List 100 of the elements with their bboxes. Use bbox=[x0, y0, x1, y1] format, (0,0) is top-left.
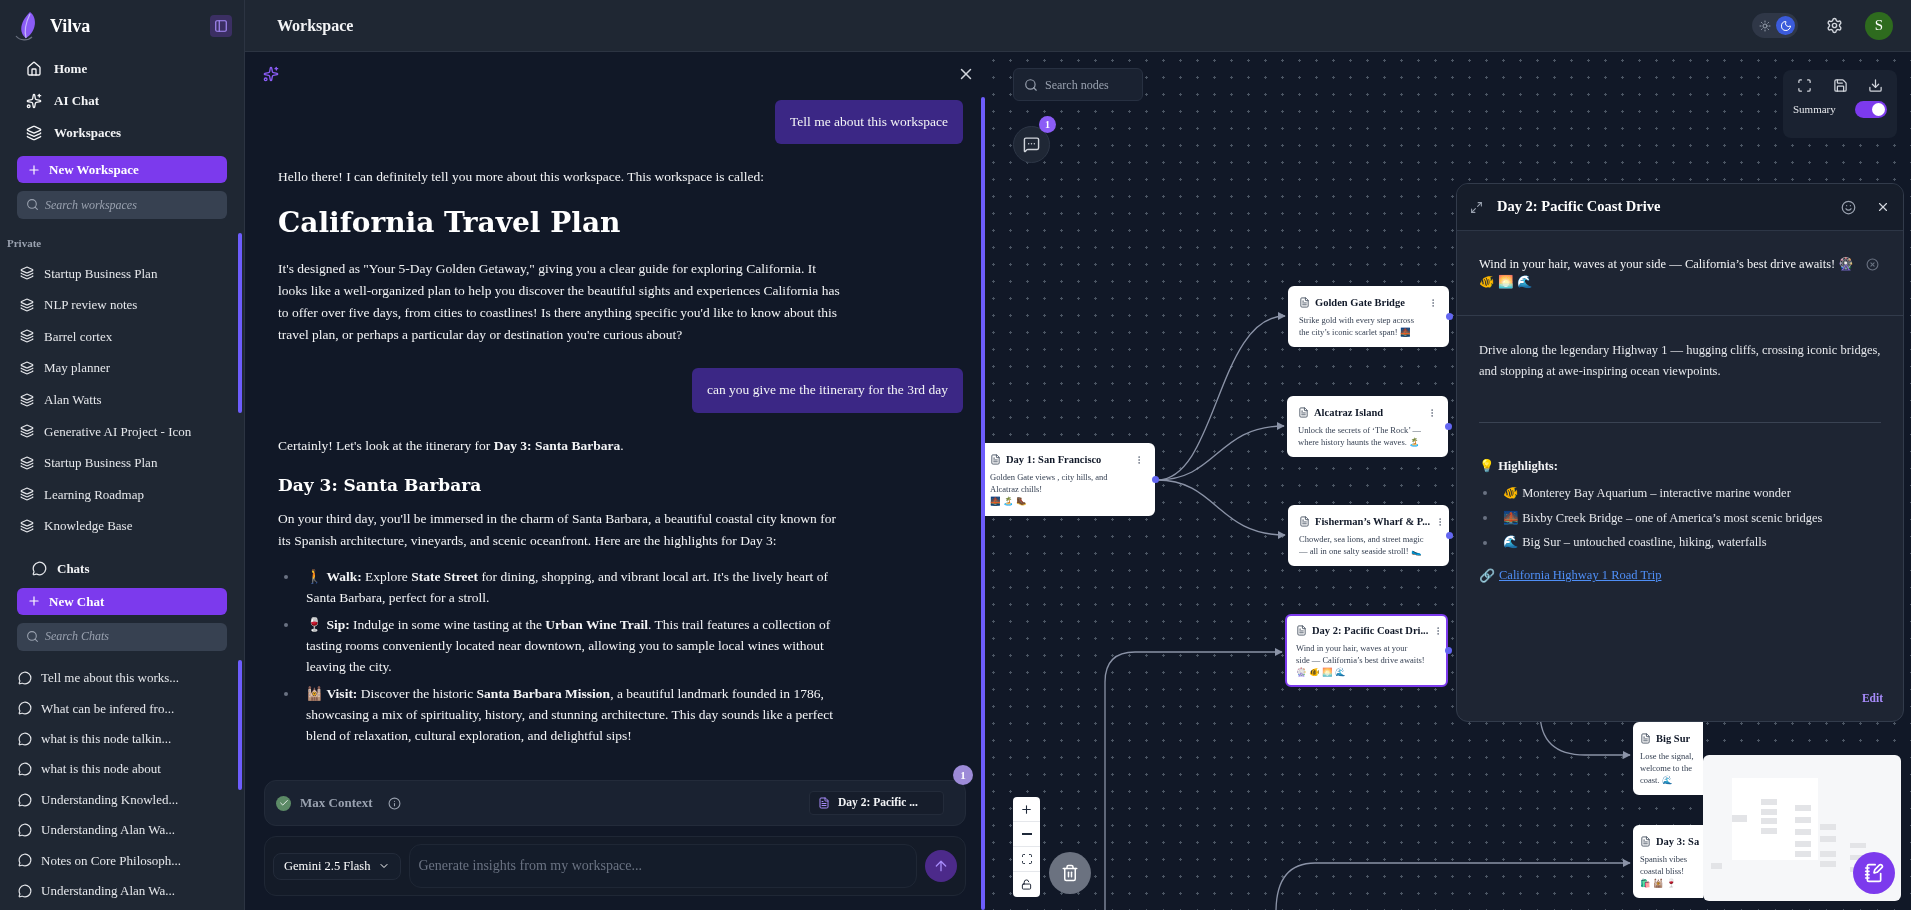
bullet-icon bbox=[1483, 491, 1487, 496]
sparkle-icon bbox=[26, 93, 42, 109]
summary-text: Wind in your hair, waves at your side — California’s best drive awaits! 🎡 🐠 🌅 🌊 bbox=[1479, 256, 1856, 291]
search-input[interactable]: Search nodes bbox=[1045, 75, 1125, 94]
checkbox[interactable] bbox=[276, 795, 291, 811]
document-icon bbox=[1296, 625, 1307, 637]
node-title: Golden Gate Bridge bbox=[1315, 296, 1405, 310]
minimap[interactable] bbox=[1703, 755, 1901, 901]
layers-icon bbox=[20, 329, 34, 344]
chat-toggle-button[interactable] bbox=[1013, 126, 1050, 163]
search-field[interactable]: Search workspaces bbox=[17, 191, 227, 219]
bullet-icon bbox=[1483, 515, 1487, 520]
summary-field[interactable]: Wind in your hair, waves at your side — California’s best drive awaits! 🎡 🐠 🌅 🌊 bbox=[1457, 231, 1903, 316]
collapse-sidebar-button[interactable] bbox=[210, 15, 232, 37]
search-field[interactable]: Search Chats bbox=[17, 622, 227, 651]
node-card[interactable]: Day 3: Sa Spanish vibes coastal bliss! 🛍 🕍 🍷 bbox=[1633, 825, 1703, 898]
node-card[interactable]: Golden Gate Bridge Strike gold with every step across the city’s iconic scarlet span! 🌉 bbox=[1288, 286, 1449, 347]
new-workspace-button[interactable]: New Workspace bbox=[17, 156, 227, 183]
nav-link[interactable]: Workspaces bbox=[26, 122, 218, 144]
chat-item[interactable]: what is this node talkin... bbox=[18, 723, 244, 754]
chat-icon bbox=[18, 883, 32, 898]
node-handle[interactable] bbox=[1446, 532, 1453, 540]
app-name: Vilva bbox=[50, 14, 91, 38]
list-item-text: 🌊 Big Sur – untouched coastline, hiking, waterfalls bbox=[1503, 534, 1767, 552]
settings-icon[interactable] bbox=[1826, 17, 1843, 34]
chat-item[interactable]: Understanding Knowled... bbox=[18, 784, 244, 815]
layers-icon bbox=[20, 455, 34, 470]
workspace-item[interactable]: Alan Watts bbox=[20, 383, 244, 416]
description-text: Drive along the legendary Highway 1 — hugging cliffs, crossing iconic bridges, and stopping at awe-inspiring ocean viewpoints. bbox=[1479, 342, 1881, 380]
download-icon[interactable] bbox=[1868, 78, 1883, 93]
moon-icon bbox=[1779, 19, 1792, 32]
clear-icon[interactable] bbox=[1866, 258, 1879, 271]
node-title: Alcatraz Island bbox=[1314, 406, 1384, 420]
save-icon[interactable] bbox=[1832, 78, 1848, 93]
send-button[interactable] bbox=[925, 850, 957, 882]
node-text: coast. 🌊 bbox=[1640, 773, 1673, 786]
nav-link[interactable]: AI Chat bbox=[26, 90, 218, 112]
nav-link[interactable]: Home bbox=[26, 58, 218, 80]
layers-icon bbox=[20, 361, 34, 376]
document-icon bbox=[990, 454, 1001, 466]
node-handle[interactable] bbox=[1446, 313, 1453, 321]
close-icon[interactable] bbox=[1876, 200, 1890, 214]
workspace-item[interactable]: Startup Business Plan bbox=[20, 447, 244, 479]
node-card[interactable]: Day 2: Pacific Coast Dri... Wind in your hair, waves at your side — California’s best drive awaits! 🎡 🐠 🌅 🌊 bbox=[1285, 614, 1448, 687]
search-icon bbox=[26, 198, 39, 211]
node-text: side — California’s best drive awaits! bbox=[1296, 653, 1425, 666]
link[interactable]: California Highway 1 Road Trip bbox=[1499, 566, 1662, 586]
scrollbar[interactable] bbox=[238, 233, 242, 413]
chat-item[interactable]: Tell me about this works... bbox=[18, 662, 244, 694]
new-chat-button[interactable]: New Chat bbox=[17, 587, 227, 615]
info-icon[interactable] bbox=[387, 796, 401, 810]
link-icon: 🔗 bbox=[1479, 566, 1495, 586]
workspace-item[interactable]: Knowledge Base bbox=[20, 510, 244, 542]
chat-item[interactable]: What can be infered fro... bbox=[18, 693, 244, 724]
node-card[interactable]: Alcatraz Island Unlock the secrets of ‘The Rock’ — where history haunts the waves. 🏝 bbox=[1287, 396, 1448, 457]
switch-thumb[interactable] bbox=[1872, 103, 1885, 116]
chat-item[interactable]: Understanding Alan Wa... bbox=[18, 814, 244, 846]
emoji-icon[interactable] bbox=[1841, 199, 1856, 215]
chat-icon bbox=[32, 561, 47, 577]
bullet-icon bbox=[284, 692, 288, 696]
node-handle[interactable] bbox=[1445, 423, 1452, 431]
workspace-item[interactable]: Generative AI Project - Icon bbox=[20, 415, 244, 448]
summary-switch[interactable] bbox=[1855, 101, 1887, 118]
delete-button[interactable] bbox=[1049, 852, 1091, 894]
node-handle[interactable] bbox=[1152, 476, 1159, 484]
scrollbar[interactable] bbox=[981, 97, 985, 910]
layers-icon bbox=[20, 424, 34, 439]
attachment-chip[interactable]: Day 2: Pacific ... bbox=[809, 791, 944, 815]
node-card[interactable]: Day 1: San Francisco Golden Gate views , city hills, and Alcatraz chills! 🌉 🏝 🥾 bbox=[985, 443, 1155, 516]
node-text: Alcatraz chills! bbox=[990, 482, 1043, 495]
message-input[interactable]: Generate insights from my workspace... bbox=[409, 844, 917, 888]
document-icon bbox=[1299, 516, 1310, 528]
workspace-item[interactable]: May planner bbox=[20, 352, 244, 384]
node-card[interactable]: Fisherman’s Wharf & P... Chowder, sea lions, and street magic — all in one salty seaside stroll! 🥿 bbox=[1288, 505, 1449, 566]
section-title: Chats bbox=[57, 560, 90, 579]
workspace-item[interactable]: Barrel cortex bbox=[20, 320, 244, 353]
trash-icon bbox=[1061, 864, 1079, 882]
expand-icon[interactable] bbox=[1470, 200, 1483, 214]
search-icon bbox=[1024, 77, 1038, 92]
chat-item[interactable]: Understanding Alan Wa... bbox=[18, 875, 244, 906]
workspace-item[interactable]: Startup Business Plan bbox=[20, 257, 244, 290]
chat-item[interactable]: what is this node about bbox=[18, 754, 244, 785]
theme-option[interactable] bbox=[1776, 16, 1795, 35]
chat-icon bbox=[18, 701, 32, 716]
chat-item[interactable]: Notes on Core Philosoph... bbox=[18, 845, 244, 876]
fit-view-icon[interactable] bbox=[1797, 78, 1812, 93]
count-badge: 1 bbox=[1039, 116, 1056, 133]
workspace-item[interactable]: Learning Roadmap bbox=[20, 478, 244, 511]
node-card[interactable]: Big Sur Lose the signal, welcome to the coast. 🌊 bbox=[1633, 722, 1703, 795]
scrollbar[interactable] bbox=[238, 660, 242, 790]
chat-icon bbox=[18, 853, 32, 868]
fit-view-icon bbox=[1020, 853, 1033, 865]
minus-icon bbox=[1021, 833, 1032, 835]
edit-button[interactable]: Edit bbox=[1861, 689, 1883, 707]
workspace-item[interactable]: NLP review notes bbox=[20, 289, 244, 321]
node-handle[interactable] bbox=[1445, 647, 1452, 655]
model-select[interactable]: Gemini 2.5 Flash bbox=[273, 852, 402, 880]
node-text: 🌉 🏝 🥾 bbox=[990, 494, 1028, 507]
search-field[interactable]: Search nodes bbox=[1013, 68, 1143, 101]
avatar[interactable]: S bbox=[1865, 11, 1893, 40]
